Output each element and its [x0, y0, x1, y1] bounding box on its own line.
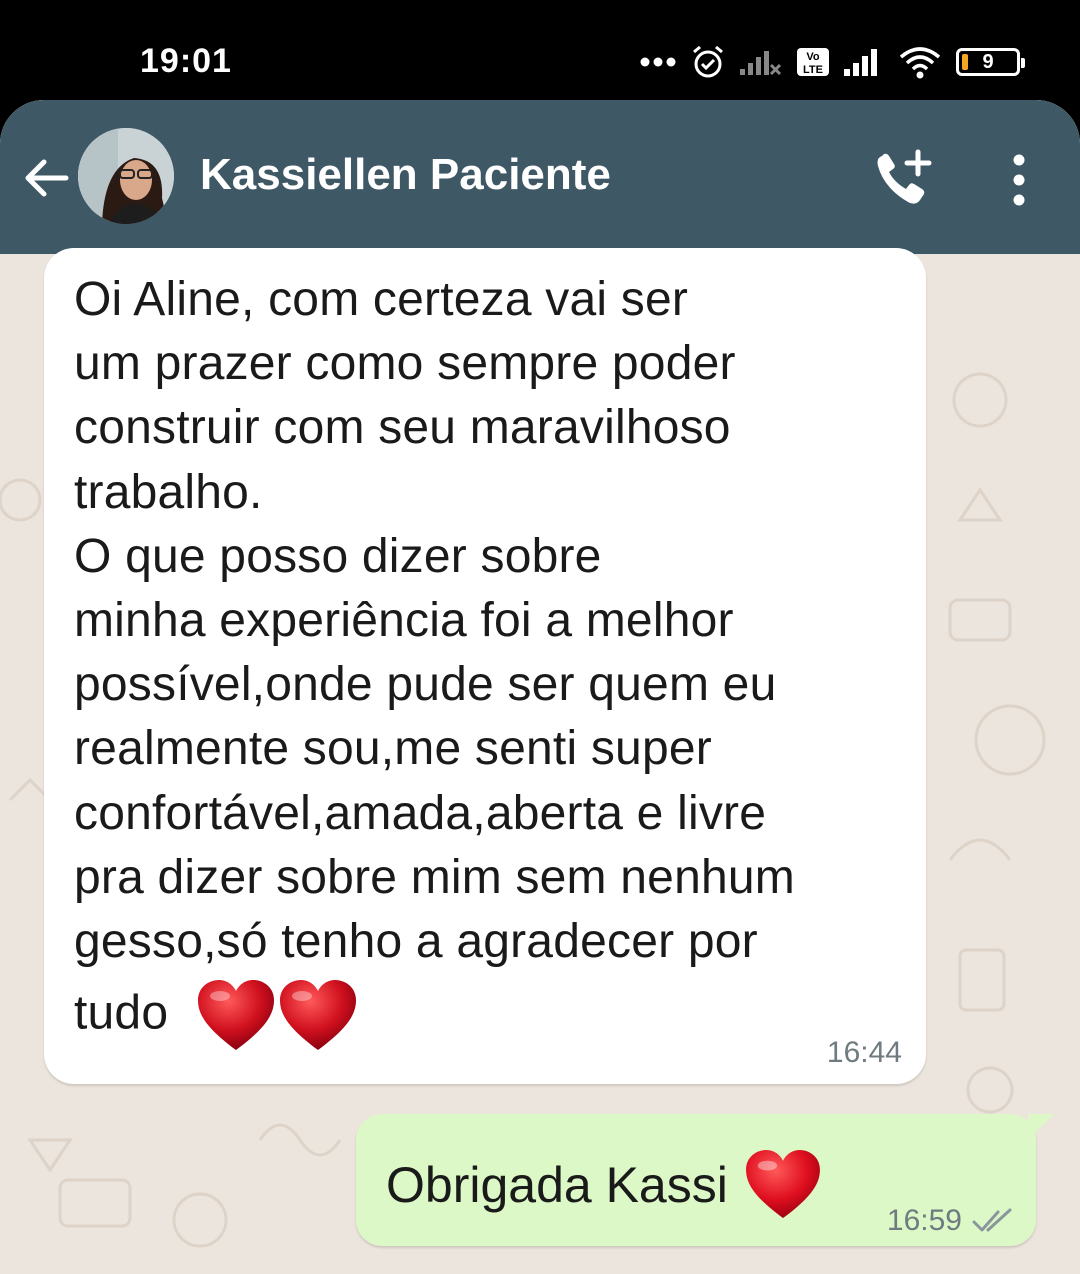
heart-emoji — [745, 1150, 820, 1219]
message-line-last: tudo — [74, 980, 914, 1052]
message-line: possível,onde pude ser quem eu — [74, 658, 777, 712]
add-call-icon[interactable] — [872, 148, 934, 210]
message-line: um prazer como sempre poder — [74, 337, 736, 391]
status-bar: 19:01 Vo LTE 9 — [0, 0, 1080, 110]
message-line: construir com seu maravilhoso — [74, 401, 731, 455]
message-line: Oi Aline, com certeza vai ser — [74, 273, 689, 326]
message-line: realmente sou,me senti super — [74, 722, 712, 776]
message-line: trabalho. — [74, 465, 263, 519]
back-arrow-icon[interactable] — [20, 152, 72, 204]
contact-avatar[interactable] — [78, 128, 174, 224]
battery-level: 9 — [982, 50, 994, 73]
signal-no-sim-icon — [740, 51, 782, 76]
alarm-icon — [693, 45, 723, 78]
contact-name[interactable]: Kassiellen Paciente — [200, 150, 611, 200]
message-line: O que posso dizer sobre — [74, 529, 602, 583]
more-dots-icon — [640, 57, 676, 67]
battery-icon: 9 — [956, 48, 1025, 76]
outgoing-message-content: Obrigada Kassi — [386, 1150, 822, 1220]
outgoing-message-text: Obrigada Kassi — [386, 1157, 728, 1213]
chat-header: Kassiellen Paciente — [0, 100, 1080, 254]
message-line: tudo — [74, 986, 169, 1040]
heart-emoji — [279, 980, 356, 1051]
outgoing-message-meta: 16:59 — [887, 1204, 1014, 1238]
chat-window: Kassiellen Paciente Oi Aline, com certez… — [0, 100, 1080, 1274]
incoming-message-text: Oi Aline, com certeza vai ser um prazer … — [74, 268, 914, 1052]
message-line: minha experiência foi a melhor — [74, 594, 734, 648]
volte-icon: VoLTE — [797, 48, 829, 76]
outgoing-message-bubble[interactable]: Obrigada Kassi 16:59 — [356, 1114, 1054, 1246]
wifi-icon — [899, 47, 941, 79]
incoming-message-time: 16:44 — [826, 1036, 902, 1069]
message-line: gesso,só tenho a agradecer por — [74, 915, 758, 969]
signal-icon — [844, 49, 877, 76]
svg-text:Vo: Vo — [806, 51, 820, 63]
outgoing-message-time: 16:59 — [886, 1204, 962, 1237]
svg-text:LTE: LTE — [803, 64, 823, 76]
status-time: 19:01 — [140, 42, 232, 80]
double-check-icon — [972, 1208, 1012, 1232]
message-line: confortável,amada,aberta e livre — [74, 786, 767, 840]
heart-emoji — [197, 980, 274, 1051]
incoming-message-bubble[interactable]: Oi Aline, com certeza vai ser um prazer … — [44, 248, 926, 1084]
status-icons: Vo LTE 9 — [640, 40, 1025, 84]
more-options-icon[interactable] — [1000, 152, 1038, 208]
message-line: pra dizer sobre mim sem nenhum — [74, 850, 795, 904]
